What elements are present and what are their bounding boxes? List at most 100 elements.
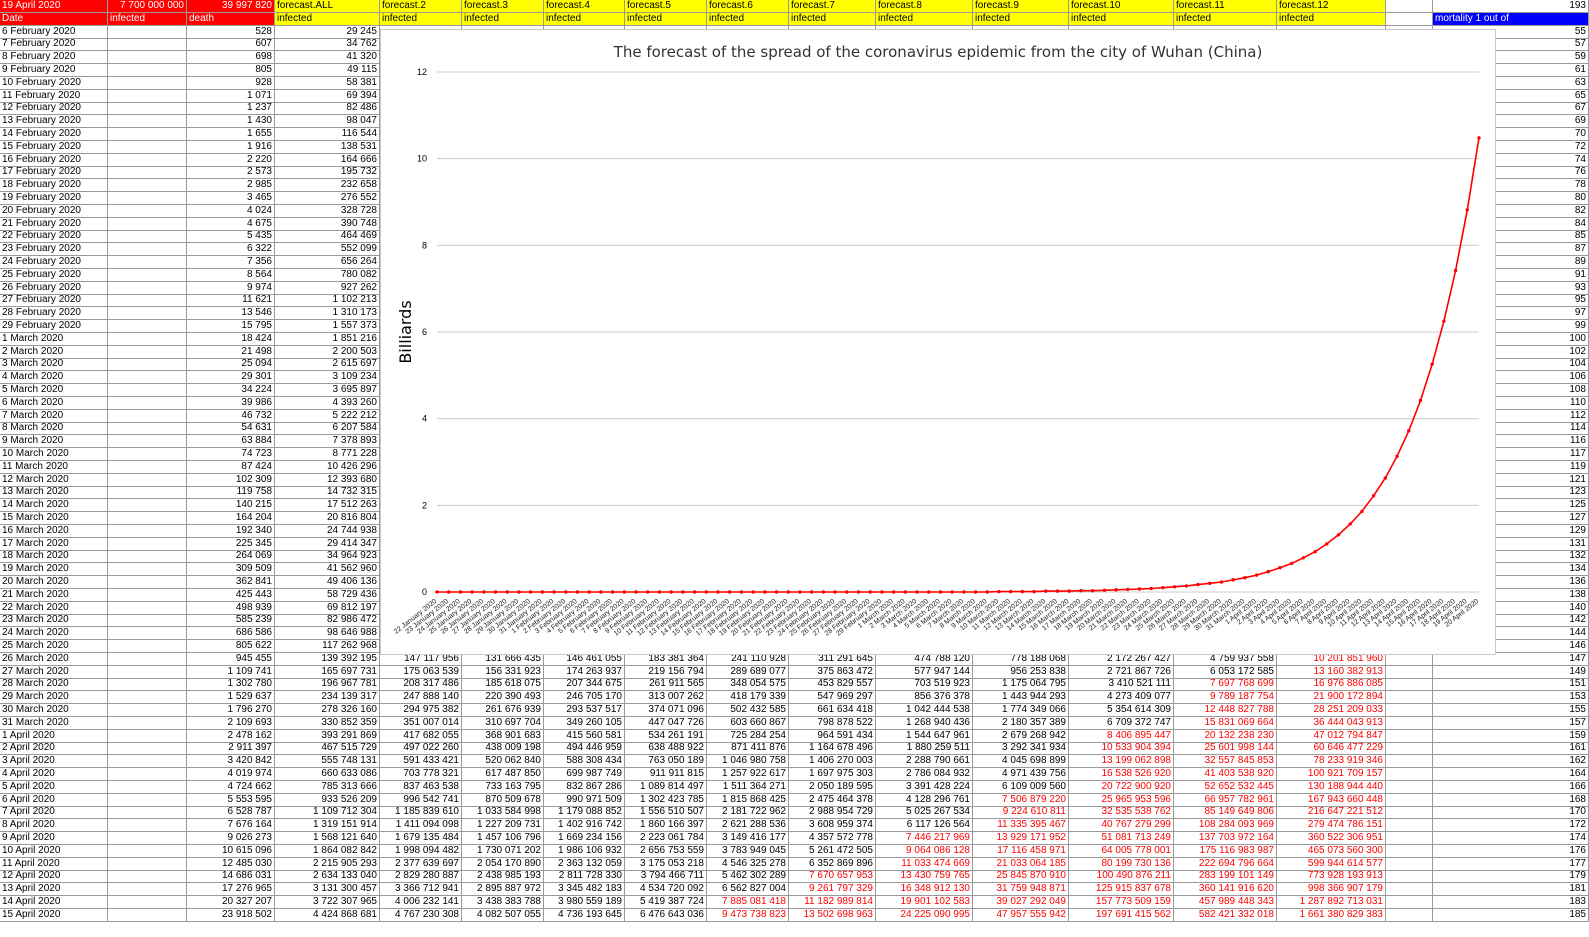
date-cell[interactable]: 13 April 2020 [0, 883, 108, 897]
forecast-cell[interactable]: 1 406 270 003 [789, 755, 876, 769]
date-cell[interactable]: 14 February 2020 [0, 128, 108, 141]
empty-cell[interactable] [1386, 832, 1433, 845]
forecast-cell[interactable]: 5 462 302 289 [707, 870, 789, 884]
death-cell[interactable]: 686 586 [187, 627, 275, 641]
death-cell[interactable]: 39 986 [187, 396, 275, 410]
empty-cell[interactable] [1386, 691, 1433, 705]
empty-cell[interactable] [1386, 819, 1433, 833]
death-cell[interactable]: 13 546 [187, 307, 275, 321]
infected-cell[interactable] [108, 614, 187, 628]
forecast-cell[interactable]: 374 071 096 [625, 704, 707, 717]
forecast-cell[interactable]: 2 988 954 729 [789, 806, 876, 820]
forecast-cell[interactable]: 279 474 786 151 [1277, 819, 1386, 833]
forecast-cell[interactable]: 2 054 170 890 [462, 857, 544, 871]
infected-cell[interactable] [108, 473, 187, 487]
date-cell[interactable]: 14 March 2020 [0, 499, 108, 513]
death-cell[interactable]: 3 465 [187, 192, 275, 205]
forecast-cell[interactable]: 871 411 876 [707, 742, 789, 756]
forecast-cell[interactable]: 996 542 741 [380, 793, 462, 807]
date-cell[interactable]: 15 April 2020 [0, 908, 108, 922]
forecast-cell[interactable]: 13 430 759 765 [876, 870, 973, 884]
forecast-cell[interactable]: 3 366 712 941 [380, 883, 462, 897]
forecast-cell[interactable]: 1 669 234 156 [544, 832, 625, 845]
forecast-cell[interactable]: 80 199 730 136 [1069, 857, 1174, 871]
forecast-cell[interactable]: 2 811 728 330 [544, 870, 625, 884]
forecast-cell[interactable]: 66 957 782 961 [1174, 793, 1277, 807]
death-cell[interactable]: 4 724 662 [187, 780, 275, 794]
date-cell[interactable]: 17 February 2020 [0, 166, 108, 180]
date-cell[interactable]: 3 March 2020 [0, 358, 108, 372]
forecast-all-cell[interactable]: 14 732 315 [275, 486, 380, 500]
forecast-all-cell[interactable]: 49 115 [275, 64, 380, 77]
date-cell[interactable]: 18 March 2020 [0, 550, 108, 564]
forecast-cell[interactable]: 175 116 983 987 [1174, 844, 1277, 858]
date-cell[interactable]: 2 March 2020 [0, 345, 108, 359]
date-cell[interactable]: 6 February 2020 [0, 25, 108, 39]
forecast-cell[interactable]: 2 656 753 559 [625, 844, 707, 858]
date-cell[interactable]: 2 April 2020 [0, 742, 108, 756]
header-forecast-cell[interactable]: forecast.2 [380, 0, 462, 13]
date-cell[interactable]: 12 March 2020 [0, 473, 108, 487]
death-cell[interactable]: 4 024 [187, 204, 275, 218]
forecast-cell[interactable]: 2 786 084 932 [876, 768, 973, 781]
forecast-cell[interactable]: 1 268 940 436 [876, 716, 973, 730]
forecast-cell[interactable]: 417 682 055 [380, 729, 462, 743]
forecast-cell[interactable]: 2 180 357 389 [973, 716, 1069, 730]
infected-cell[interactable] [108, 512, 187, 525]
forecast-cell[interactable]: 2 288 790 661 [876, 755, 973, 769]
forecast-cell[interactable]: 7 506 879 220 [973, 793, 1069, 807]
forecast-cell[interactable]: 2 363 132 059 [544, 857, 625, 871]
forecast-cell[interactable]: 2 438 985 193 [462, 870, 544, 884]
date-cell[interactable]: 19 March 2020 [0, 563, 108, 577]
death-cell[interactable]: 4 019 974 [187, 768, 275, 781]
date-cell[interactable]: 25 February 2020 [0, 268, 108, 282]
empty-cell[interactable] [1386, 729, 1433, 743]
infected-cell[interactable] [108, 204, 187, 218]
infected-cell[interactable] [108, 588, 187, 602]
infected-cell[interactable] [108, 307, 187, 321]
forecast-cell[interactable]: 32 557 845 853 [1174, 755, 1277, 769]
forecast-cell[interactable]: 7 885 081 418 [707, 896, 789, 909]
empty-cell[interactable] [1386, 806, 1433, 820]
forecast-cell[interactable]: 1 175 064 795 [973, 678, 1069, 692]
mortality-cell[interactable]: 161 [1433, 742, 1589, 756]
forecast-all-cell[interactable]: 196 967 781 [275, 678, 380, 692]
death-cell[interactable]: 5 553 595 [187, 793, 275, 807]
forecast-all-cell[interactable]: 232 658 [275, 179, 380, 193]
forecast-all-cell[interactable]: 17 512 263 [275, 499, 380, 513]
subheader-infected-cell[interactable]: infected [380, 12, 462, 26]
infected-cell[interactable] [108, 396, 187, 410]
forecast-all-cell[interactable]: 1 557 373 [275, 320, 380, 333]
infected-cell[interactable] [108, 870, 187, 884]
forecast-cell[interactable]: 2 377 639 697 [380, 857, 462, 871]
forecast-all-cell[interactable]: 4 424 868 681 [275, 908, 380, 922]
forecast-cell[interactable]: 1 179 088 852 [544, 806, 625, 820]
death-cell[interactable]: 1 302 780 [187, 678, 275, 692]
empty-cell[interactable] [1386, 768, 1433, 781]
forecast-cell[interactable]: 375 863 472 [789, 665, 876, 679]
forecast-cell[interactable]: 6 053 172 585 [1174, 665, 1277, 679]
death-cell[interactable]: 5 435 [187, 230, 275, 244]
forecast-cell[interactable]: 534 261 191 [625, 729, 707, 743]
death-cell[interactable]: 25 094 [187, 358, 275, 372]
date-cell[interactable]: 20 February 2020 [0, 204, 108, 218]
forecast-cell[interactable]: 64 005 778 001 [1069, 844, 1174, 858]
forecast-cell[interactable]: 208 317 486 [380, 678, 462, 692]
death-cell[interactable]: 6 322 [187, 243, 275, 257]
forecast-cell[interactable]: 1 402 916 742 [544, 819, 625, 833]
death-cell[interactable]: 2 911 397 [187, 742, 275, 756]
forecast-cell[interactable]: 2 679 268 942 [973, 729, 1069, 743]
forecast-cell[interactable]: 447 047 726 [625, 716, 707, 730]
forecast-cell[interactable]: 4 546 325 278 [707, 857, 789, 871]
empty-cell[interactable] [1386, 883, 1433, 897]
infected-cell[interactable] [108, 806, 187, 820]
forecast-cell[interactable]: 603 660 867 [707, 716, 789, 730]
infected-cell[interactable] [108, 256, 187, 269]
forecast-cell[interactable]: 725 284 254 [707, 729, 789, 743]
forecast-all-cell[interactable]: 98 047 [275, 115, 380, 129]
infected-cell[interactable] [108, 140, 187, 154]
forecast-all-cell[interactable]: 58 729 436 [275, 588, 380, 602]
death-cell[interactable]: 12 485 030 [187, 857, 275, 871]
forecast-all-cell[interactable]: 276 552 [275, 192, 380, 205]
infected-cell[interactable] [108, 460, 187, 474]
